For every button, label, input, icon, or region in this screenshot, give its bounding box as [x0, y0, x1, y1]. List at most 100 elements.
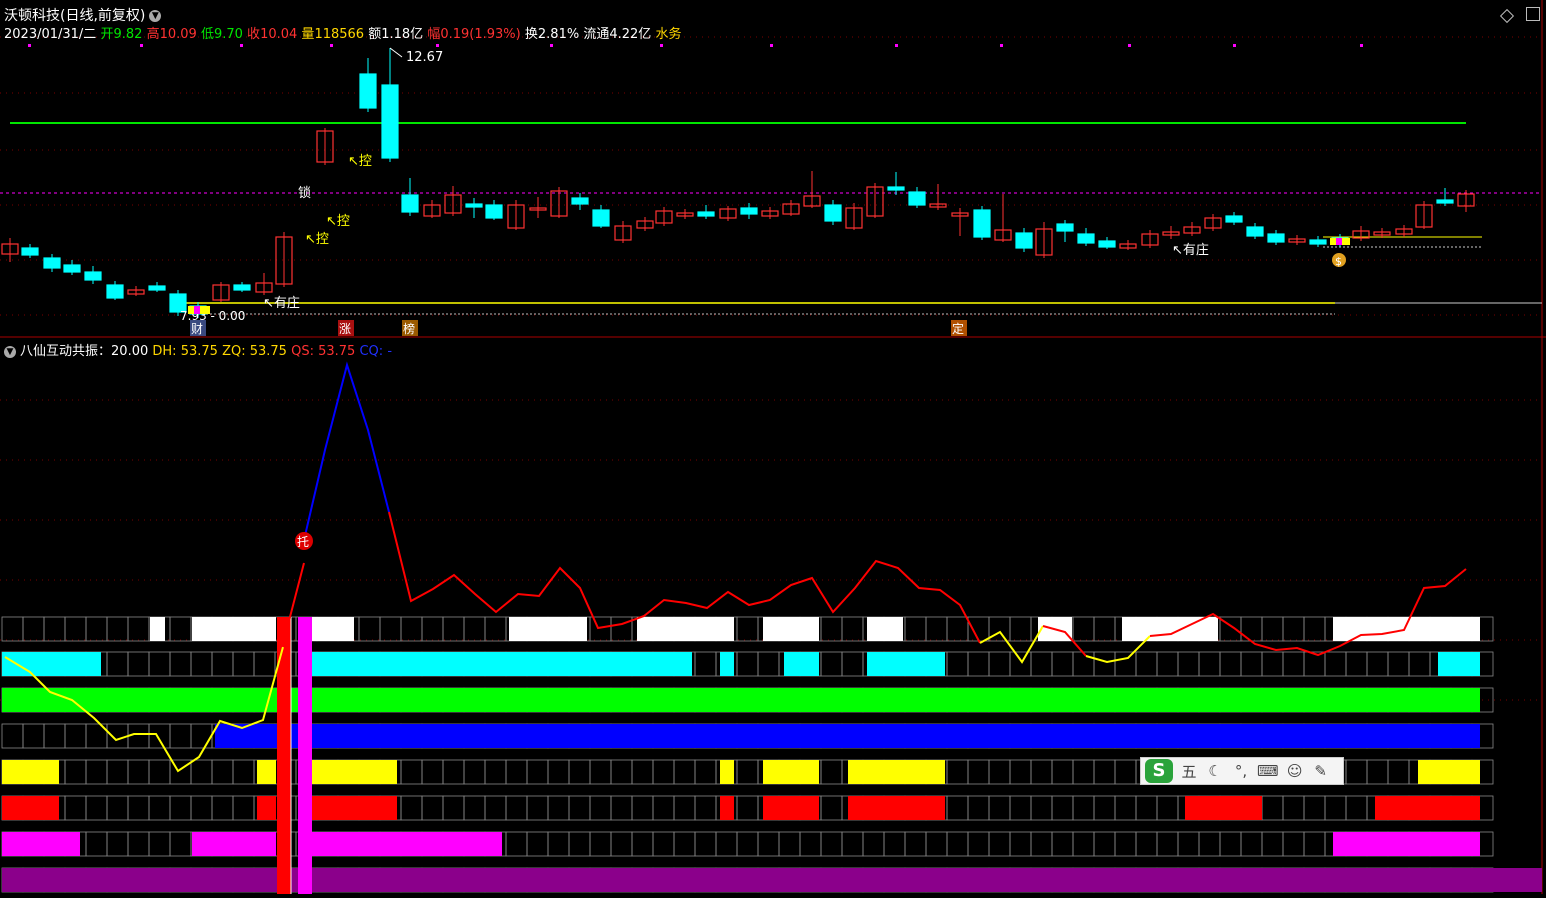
turnover-value: 2.81% — [537, 27, 580, 42]
band-cell — [1, 723, 24, 749]
band-cell — [1366, 759, 1389, 785]
band-cell — [1345, 795, 1368, 821]
chevron-down-icon[interactable]: ▼ — [149, 10, 162, 22]
wrench-icon[interactable]: ✎ — [1311, 762, 1331, 780]
band-cell — [169, 651, 192, 677]
quote-date: 2023/01/31/二 — [4, 27, 97, 42]
band-cell — [1114, 759, 1137, 785]
band-cell — [652, 759, 675, 785]
band-cell — [64, 795, 87, 821]
user-icon[interactable]: ☺ — [1285, 762, 1305, 780]
moon-icon[interactable]: ☾ — [1205, 762, 1225, 780]
candlestick — [1309, 239, 1327, 245]
stock-name[interactable]: 沃顿科技 — [4, 8, 60, 24]
marker-dot — [1000, 44, 1003, 47]
band-segment — [720, 796, 734, 820]
period-mode[interactable]: (日线,前复权) — [60, 8, 145, 24]
band-segment — [2, 868, 1542, 892]
marker-dot — [436, 44, 439, 47]
band-cell — [1240, 616, 1263, 642]
band-cell — [211, 795, 234, 821]
band-cell — [211, 651, 234, 677]
recent-mark-bar-inner — [1336, 238, 1342, 245]
candlestick — [1436, 199, 1454, 204]
candlestick — [973, 209, 991, 238]
ime-mode[interactable]: 五 — [1179, 761, 1199, 782]
band-cell — [526, 759, 549, 785]
band-cell — [673, 831, 696, 857]
band-segment — [784, 652, 819, 676]
ime-toolbar[interactable]: S 五 ☾ °, ⌨ ☺ ✎ — [1140, 757, 1344, 785]
youzhuang-label-2: ↖有庄 — [1172, 242, 1209, 258]
youzhuang-label-1: ↖有庄 — [263, 295, 300, 311]
band-segment — [311, 760, 397, 784]
band-cell — [778, 831, 801, 857]
band-segment — [848, 796, 945, 820]
kong-label-2: ↖控 — [326, 214, 350, 229]
suo-label: 锁 — [298, 185, 311, 201]
band-cell — [64, 723, 87, 749]
band-cell — [148, 831, 171, 857]
maximize-icon[interactable] — [1526, 7, 1540, 21]
turnover-label: 换 — [524, 27, 538, 42]
band-cell — [1072, 831, 1095, 857]
band-cell — [673, 759, 696, 785]
keyboard-icon[interactable]: ⌨ — [1257, 762, 1279, 780]
peak-price-label: 12.67 — [406, 50, 443, 65]
band-cell — [1072, 651, 1095, 677]
kong-label-3: ↖控 — [305, 232, 329, 247]
band-cell — [589, 759, 612, 785]
band-segment — [1122, 617, 1218, 641]
band-cell — [148, 759, 171, 785]
band-cell — [1387, 651, 1410, 677]
band-cell — [967, 616, 990, 642]
band-cell — [1240, 651, 1263, 677]
band-cell — [1345, 651, 1368, 677]
band-cell — [1135, 795, 1158, 821]
band-cell — [1282, 831, 1305, 857]
band-cell — [22, 723, 45, 749]
band-cell — [1072, 759, 1095, 785]
close-label: 收 — [247, 27, 261, 42]
candlestick — [824, 204, 842, 222]
band-segment — [509, 617, 587, 641]
band-cell — [1009, 795, 1032, 821]
band-cell — [988, 795, 1011, 821]
candlestick — [148, 285, 166, 291]
band-cell — [1009, 759, 1032, 785]
restore-icon[interactable] — [1499, 8, 1514, 24]
ime-logo-icon[interactable]: S — [1145, 759, 1173, 783]
band-cell — [631, 759, 654, 785]
band-segment — [763, 760, 819, 784]
band-segment — [848, 760, 945, 784]
marker-dot — [28, 44, 31, 47]
kong-label-1: ↖控 — [348, 154, 372, 169]
zq-label: ZQ: — [222, 344, 246, 359]
band-cell — [85, 795, 108, 821]
band-cell — [1093, 795, 1116, 821]
window-buttons — [1492, 7, 1540, 25]
band-cell — [1261, 616, 1284, 642]
band-cell — [589, 795, 612, 821]
band-cell — [211, 759, 234, 785]
band-cell — [442, 616, 465, 642]
indicator-name[interactable]: 八仙互动共振 — [20, 344, 98, 359]
band-cell — [190, 651, 213, 677]
punct-icon[interactable]: °, — [1231, 762, 1251, 780]
peak-pointer — [389, 47, 403, 58]
candlestick — [359, 73, 377, 109]
candlestick — [63, 264, 81, 273]
band-cell — [1135, 831, 1158, 857]
band-cell — [43, 616, 66, 642]
band-cell — [85, 831, 108, 857]
industry-label[interactable]: 水务 — [655, 27, 681, 42]
band-cell — [232, 651, 255, 677]
band-cell — [652, 795, 675, 821]
indicator-chevron-icon[interactable]: ▼ — [4, 345, 16, 358]
band-cell — [1303, 616, 1326, 642]
band-cell — [757, 651, 780, 677]
volume-value: 118566 — [314, 27, 365, 42]
band-cell — [1345, 759, 1368, 785]
band-cell — [1030, 759, 1053, 785]
band-cell — [190, 759, 213, 785]
